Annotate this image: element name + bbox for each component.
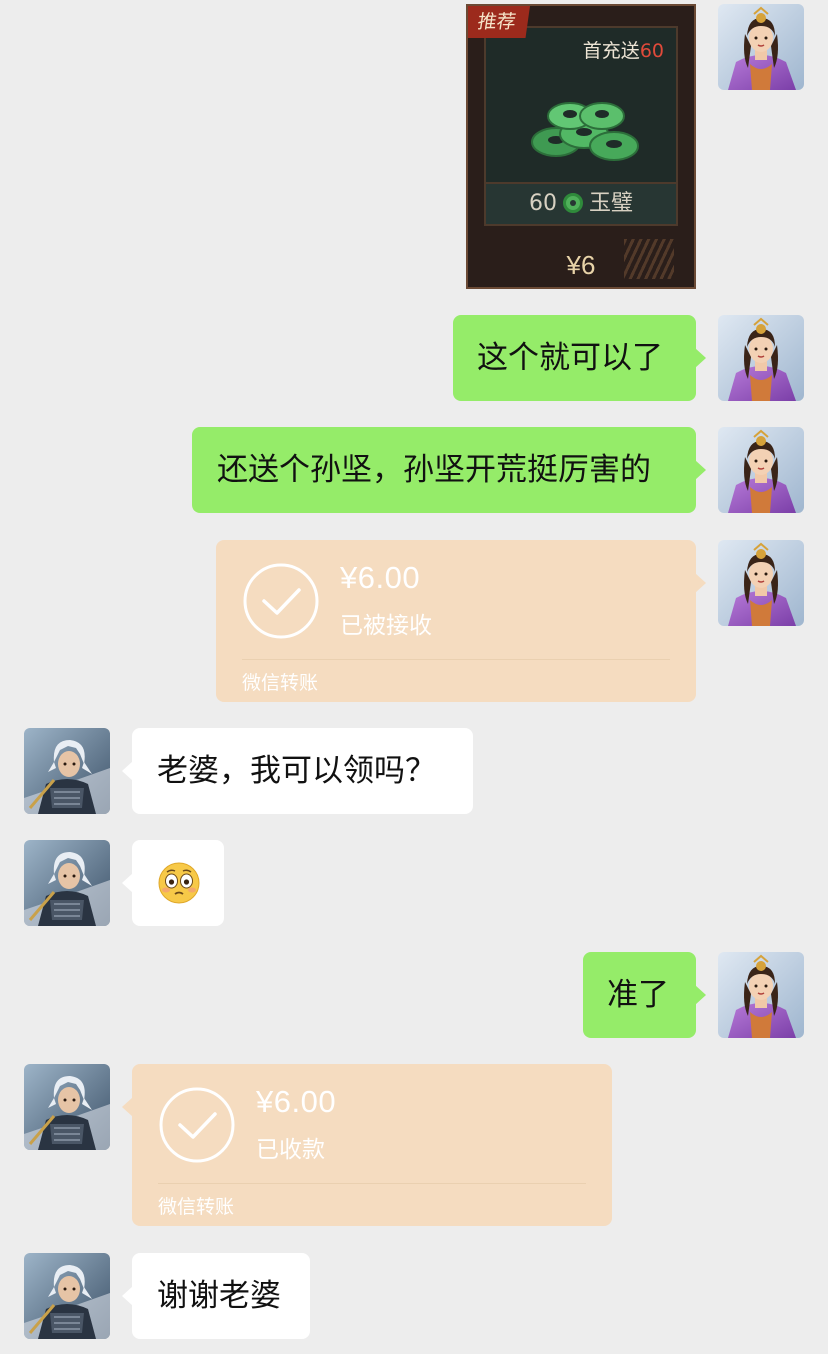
self-avatar[interactable] [718,427,804,513]
divider [158,1183,586,1184]
check-circle-icon [243,563,319,639]
incoming-message[interactable]: 老婆，我可以领吗？ [122,728,473,814]
contact-avatar[interactable] [24,840,110,926]
outgoing-message[interactable]: 还送个孙坚，孙坚开荒挺厉害的 [192,427,706,513]
jade-coin-icon [562,193,583,213]
incoming-message[interactable]: 谢谢老婆 [122,1253,310,1339]
self-avatar[interactable] [718,4,804,90]
check-circle-icon [159,1087,235,1163]
transfer-amount: ¥6.00 [340,560,421,595]
incoming-emoji-message[interactable] [122,840,224,926]
transfer-status: 已收款 [256,1137,325,1163]
recommend-tag: 推荐 [468,6,530,38]
transfer-footer: 微信转账 [242,672,319,694]
jade-coins-icon [531,102,639,161]
contact-avatar[interactable] [24,1253,110,1339]
outgoing-message[interactable]: 准了 [583,952,706,1038]
transfer-amount: ¥6.00 [256,1084,337,1119]
item-label: 60 玉璧 [486,182,676,224]
item-price: ¥6 [566,250,596,280]
transfer-status: 已被接收 [340,613,432,639]
self-avatar[interactable] [718,952,804,1038]
self-avatar[interactable] [718,540,804,626]
divider [242,659,670,660]
contact-avatar[interactable] [24,1064,110,1150]
wechat-transfer-card[interactable]: ¥6.00 已被接收 微信转账 [216,540,706,702]
contact-avatar[interactable] [24,728,110,814]
card-inner: 首充送60 60 玉璧 [484,26,678,226]
outgoing-message[interactable]: 这个就可以了 [453,315,706,401]
flushed-face-icon [158,862,200,904]
transfer-footer: 微信转账 [158,1196,235,1218]
wechat-transfer-card[interactable]: ¥6.00 已收款 微信转账 [122,1064,612,1226]
promo-text: 首充送60 [582,40,664,62]
game-purchase-card-image[interactable]: 首充送60 60 玉璧 推荐 ¥6 [466,4,696,289]
self-avatar[interactable] [718,315,804,401]
